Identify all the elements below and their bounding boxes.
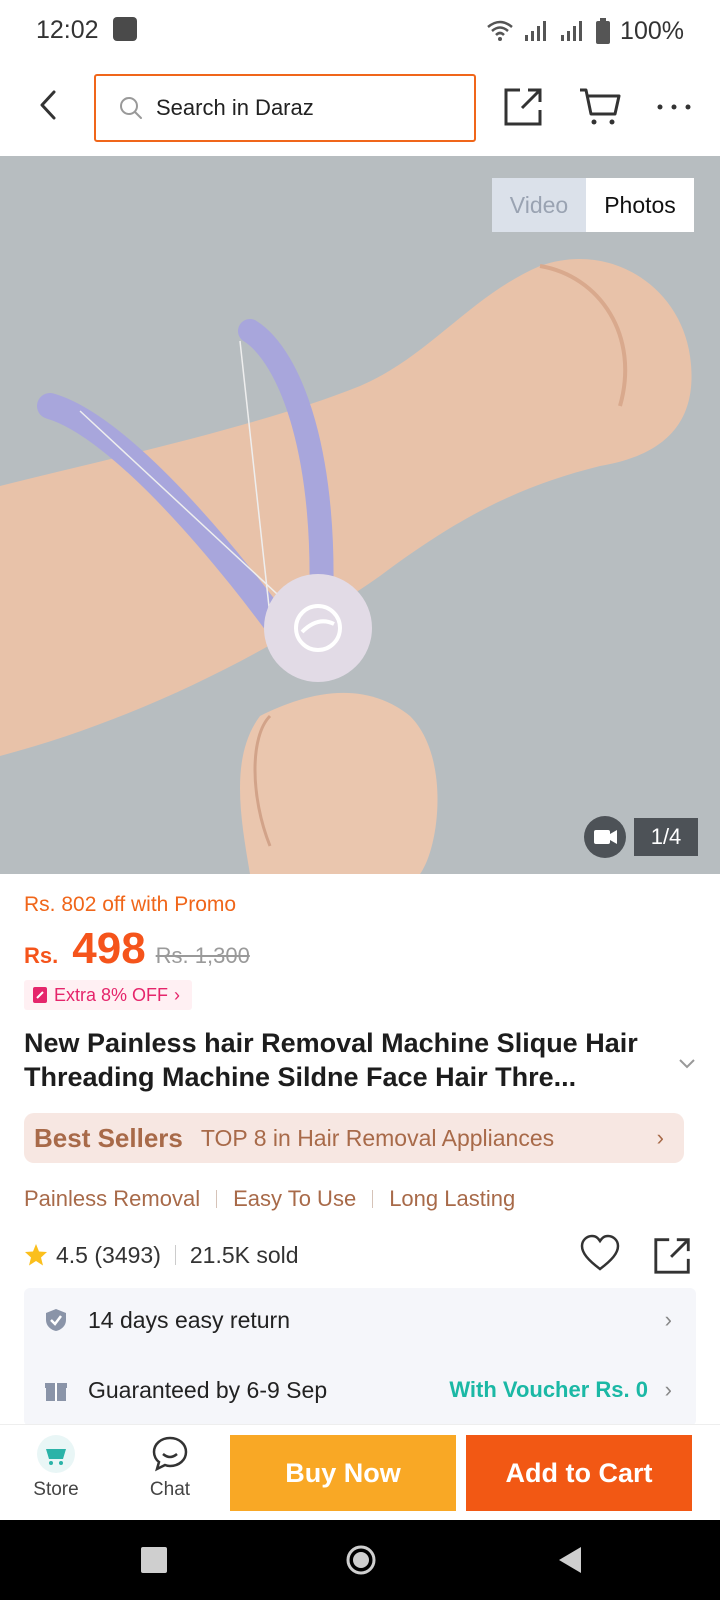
feature-tags: Painless Removal Easy To Use Long Lastin… xyxy=(24,1182,515,1216)
store-label: Store xyxy=(33,1479,79,1500)
back-arrow-icon[interactable] xyxy=(28,84,70,126)
status-bar: 12:02 100% xyxy=(0,0,720,62)
system-nav-bar xyxy=(0,1520,720,1600)
more-icon[interactable] xyxy=(654,92,694,122)
search-placeholder: Search in Daraz xyxy=(156,95,314,120)
sold-count: 21.5K sold xyxy=(189,1241,299,1268)
wifi-icon xyxy=(487,20,513,41)
nav-home-icon[interactable] xyxy=(345,1544,377,1576)
buy-now-button[interactable]: Buy Now xyxy=(230,1435,456,1511)
image-counter: 1/4 xyxy=(634,818,698,856)
chevron-right-icon: › xyxy=(664,1377,672,1402)
delivery-row[interactable]: Guaranteed by 6-9 Sep With Voucher Rs. 0… xyxy=(24,1360,696,1420)
product-title: New Painless hair Removal Machine Slique… xyxy=(24,1028,638,1092)
store-logo xyxy=(37,1435,75,1473)
share-icon[interactable] xyxy=(652,1234,694,1276)
heart-icon[interactable] xyxy=(580,1234,620,1274)
video-camera-icon[interactable] xyxy=(584,816,626,858)
divider xyxy=(372,1190,374,1208)
return-text: 14 days easy return xyxy=(88,1306,291,1333)
cart-icon[interactable] xyxy=(578,84,622,128)
rating-row[interactable]: 4.5 (3493) 21.5K sold xyxy=(24,1236,299,1274)
chevron-right-icon: › xyxy=(174,984,181,1005)
nav-recent-icon[interactable] xyxy=(141,1547,167,1573)
tab-video[interactable]: Video xyxy=(492,178,586,232)
voucher-text: With Voucher Rs. 0 xyxy=(449,1377,648,1402)
share-icon[interactable] xyxy=(502,84,546,128)
chat-icon xyxy=(152,1436,188,1472)
signal-icon xyxy=(525,21,547,41)
search-input[interactable]: Search in Daraz xyxy=(94,74,476,142)
search-icon xyxy=(120,97,142,119)
gift-icon xyxy=(45,1383,67,1401)
status-time: 12:02 xyxy=(36,16,99,44)
chevron-right-icon: › xyxy=(656,1125,664,1150)
chevron-down-icon[interactable] xyxy=(676,1052,698,1074)
chat-label: Chat xyxy=(149,1479,191,1500)
nav-back-icon[interactable] xyxy=(555,1545,585,1575)
shield-check-icon xyxy=(46,1309,66,1331)
chat-button[interactable]: Chat xyxy=(130,1435,210,1515)
star-icon xyxy=(25,1244,47,1266)
signal-icon xyxy=(561,21,583,41)
price-current: 498 xyxy=(72,924,146,973)
feature-tag: Long Lasting xyxy=(389,1186,516,1211)
feature-tag: Easy To Use xyxy=(233,1186,357,1211)
action-bar: Store Chat Buy Now Add to Cart xyxy=(0,1424,720,1520)
tab-photos[interactable]: Photos xyxy=(586,178,694,232)
best-sellers-label: Best Sellers xyxy=(34,1122,183,1153)
extra-off-text: Extra 8% OFF xyxy=(54,984,169,1005)
media-toggle: Video Photos xyxy=(492,178,694,232)
price-currency: Rs. xyxy=(24,943,59,968)
price-row: Rs. 498 Rs. 1,300 xyxy=(24,924,250,980)
notification-icon xyxy=(113,17,137,41)
promo-text[interactable]: Rs. 802 off with Promo xyxy=(24,893,236,917)
best-sellers-rank: TOP 8 in Hair Removal Appliances xyxy=(200,1124,555,1151)
battery-percent: 100% xyxy=(620,16,684,45)
status-right: 100% xyxy=(486,14,684,48)
return-row[interactable]: 14 days easy return › xyxy=(24,1290,696,1350)
extra-off-badge[interactable]: Extra 8% OFF › xyxy=(24,980,193,1010)
chevron-right-icon: › xyxy=(664,1307,672,1332)
delivery-text: Guaranteed by 6-9 Sep xyxy=(88,1376,328,1403)
service-card: 14 days easy return › Guaranteed by 6-9 … xyxy=(24,1288,696,1426)
product-photo xyxy=(0,156,720,874)
add-to-cart-button[interactable]: Add to Cart xyxy=(466,1435,692,1511)
product-image[interactable]: Video Photos 1/4 xyxy=(0,156,720,874)
price-original: Rs. 1,300 xyxy=(155,943,250,968)
best-sellers-banner[interactable]: Best Sellers TOP 8 in Hair Removal Appli… xyxy=(24,1113,684,1163)
divider xyxy=(216,1190,218,1208)
battery-icon xyxy=(596,18,611,44)
rating-score: 4.5 (3493) xyxy=(56,1241,161,1268)
store-button[interactable]: Store xyxy=(16,1435,96,1515)
divider xyxy=(174,1245,176,1265)
header: Search in Daraz xyxy=(0,62,720,156)
feature-tag: Painless Removal xyxy=(24,1186,201,1211)
voucher-icon xyxy=(33,987,47,1003)
